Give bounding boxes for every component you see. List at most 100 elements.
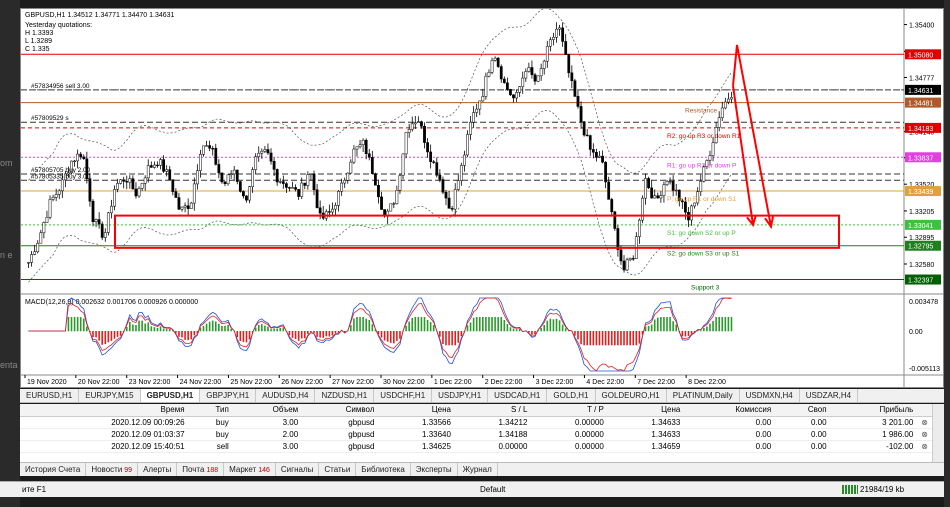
macd-histogram-bar: [448, 331, 450, 346]
candle-body: [429, 151, 433, 162]
macd-histogram-bar: [386, 331, 389, 342]
terminal-tab[interactable]: Эксперты: [411, 463, 458, 476]
symbol-tab[interactable]: GOLDEURO,H1: [596, 389, 667, 402]
candle-body: [125, 181, 129, 183]
yesterday-low: L 1.3289: [25, 38, 52, 45]
macd-histogram-bar: [113, 331, 116, 339]
terminal-tab[interactable]: Статьи: [319, 463, 357, 476]
candle-body: [395, 190, 399, 204]
terminal-tab[interactable]: Алерты: [138, 463, 178, 476]
macd-histogram-bar: [70, 317, 73, 332]
price-chart[interactable]: 1.354001.350851.347771.341401.338321.335…: [20, 8, 944, 388]
time-tick-label: 7 Dec 22:00: [637, 379, 675, 386]
terminal-tab[interactable]: Библиотека: [356, 463, 411, 476]
table-row[interactable]: 2020.12.09 15:40:51 sell 3.00 gbpusd 1.34625…: [20, 440, 932, 453]
close-order-icon[interactable]: ⊗: [917, 428, 932, 441]
candle-body: [374, 173, 377, 186]
terminal-tab[interactable]: Журнал: [458, 463, 498, 476]
macd-histogram-bar: [165, 329, 168, 332]
price-tick-label: 1.33205: [909, 209, 934, 216]
column-header[interactable]: Цена: [607, 404, 685, 417]
candle-body: [146, 165, 150, 179]
candle-body: [588, 135, 592, 150]
symbol-tab[interactable]: GBPJPY,H1: [200, 389, 257, 402]
candle-body: [91, 200, 95, 223]
column-header: [917, 404, 932, 417]
macd-histogram-bar: [257, 324, 260, 332]
candle-body: [226, 174, 230, 184]
candle-body: [73, 160, 76, 162]
symbol-tab[interactable]: USDZAR,H4: [800, 389, 859, 402]
candle-body: [509, 89, 512, 96]
macd-histogram-bar: [95, 331, 97, 338]
terminal-tab[interactable]: Сигналы: [276, 463, 320, 476]
column-header[interactable]: Цена: [378, 404, 455, 417]
price-level-label: 1.34183: [908, 126, 933, 133]
close-order-icon[interactable]: ⊗: [917, 440, 932, 453]
table-row[interactable]: 2020.12.09 00:09:26 buy 3.00 gbpusd 1.33566 1…: [20, 416, 932, 429]
macd-tick-label: 0.003478: [909, 299, 938, 306]
macd-histogram-bar: [86, 326, 88, 332]
symbol-tab[interactable]: USDCAD,H1: [488, 389, 548, 402]
column-header[interactable]: S / L: [454, 404, 532, 417]
candle-body: [441, 179, 445, 193]
candle-body: [515, 92, 518, 99]
profile-name[interactable]: Default: [480, 485, 505, 494]
column-header[interactable]: Время: [20, 404, 189, 417]
macd-histogram-bar: [322, 331, 325, 338]
column-header[interactable]: Тип: [188, 404, 233, 417]
column-header[interactable]: Комиссия: [684, 404, 776, 417]
macd-histogram-bar: [297, 331, 300, 341]
table-cell: 1.34625: [378, 440, 455, 453]
terminal-scrollbar[interactable]: [932, 404, 944, 462]
candle-body: [27, 262, 30, 264]
symbol-tab[interactable]: USDJPY,H1: [432, 389, 489, 402]
macd-histogram-bar: [79, 317, 82, 332]
candle-body: [220, 172, 224, 183]
macd-histogram-bar: [138, 320, 140, 332]
terminal-tab[interactable]: Почта 188: [177, 463, 225, 476]
column-header[interactable]: Символ: [302, 404, 379, 417]
table-cell: 0.00000: [531, 428, 608, 441]
table-cell: 3.00: [232, 440, 303, 453]
symbol-tab[interactable]: NZDUSD,H1: [315, 389, 375, 402]
symbol-tab[interactable]: EURJPY,M15: [79, 389, 141, 402]
tab-count-badge: 146: [258, 467, 270, 474]
candle-body: [610, 199, 614, 213]
table-cell: 1.34659: [607, 440, 685, 453]
symbol-tab[interactable]: USDMXN,H4: [740, 389, 800, 402]
table-row[interactable]: 2020.12.09 01:03:37 buy 2.00 gbpusd 1.33640 1…: [20, 428, 932, 441]
candle-body: [39, 232, 43, 244]
macd-histogram-bar: [393, 331, 395, 344]
chart-canvas[interactable]: 1.354001.350851.347771.341401.338321.335…: [21, 9, 943, 387]
close-order-icon[interactable]: ⊗: [917, 416, 932, 429]
column-header[interactable]: Своп: [775, 404, 831, 417]
candle-body: [487, 72, 491, 77]
candle-body: [165, 169, 169, 172]
symbol-tab[interactable]: GOLD,H1: [547, 389, 596, 402]
level-label: Resistance: [685, 108, 718, 115]
candle-body: [186, 205, 190, 209]
terminal-tab[interactable]: Маркет 146: [224, 463, 276, 476]
level-label: P: go up R1 or down S1: [667, 196, 736, 203]
terminal-tab[interactable]: История Счета: [20, 463, 87, 476]
tab-label: Библиотека: [361, 465, 405, 474]
candle-body: [561, 27, 565, 42]
macd-histogram-bar: [365, 318, 367, 332]
candle-body: [122, 179, 126, 182]
column-header[interactable]: Прибыль: [830, 404, 918, 417]
symbol-tab[interactable]: PLATINUM,Daily: [667, 389, 740, 402]
table-cell: 0.00000: [531, 416, 608, 429]
macd-histogram-bar: [672, 321, 674, 332]
column-header[interactable]: T / P: [531, 404, 608, 417]
column-header[interactable]: Объем: [232, 404, 303, 417]
symbol-tab[interactable]: EURUSD,H1: [20, 389, 80, 402]
candle-body: [162, 159, 165, 172]
symbol-tab[interactable]: AUDUSD,H4: [256, 389, 316, 402]
candle-body: [401, 153, 405, 176]
terminal-tab[interactable]: Новости 99: [86, 463, 139, 476]
tab-label: Новости: [91, 465, 123, 474]
symbol-tab[interactable]: GBPUSD,H1: [140, 389, 201, 402]
symbol-tab[interactable]: USDCHF,H1: [374, 389, 433, 402]
macd-label: MACD(12,26,9) 0.002632 0.001706 0.000926…: [25, 299, 198, 306]
